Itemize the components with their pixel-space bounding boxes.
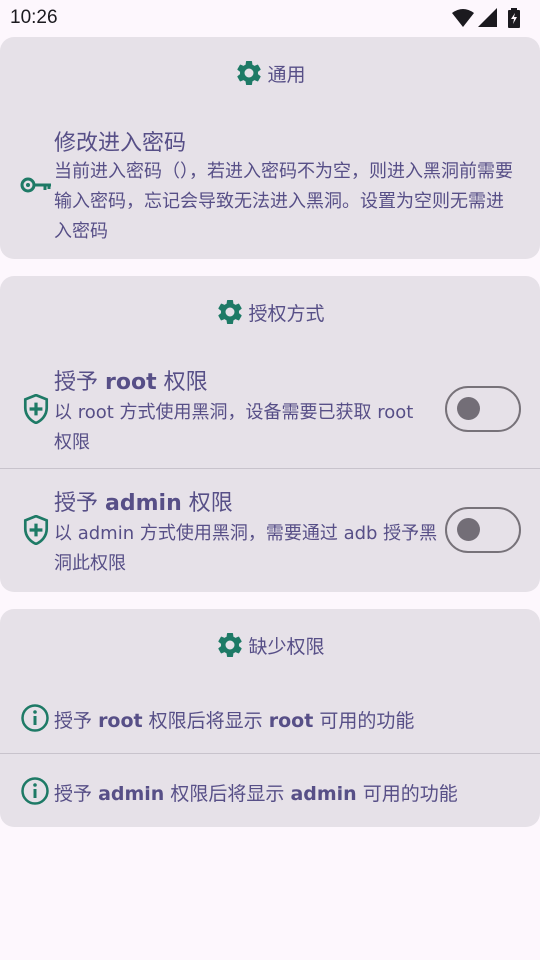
grant-root-title-prefix: 授予 (54, 370, 99, 395)
gear-icon (237, 60, 262, 85)
shield-plus-icon (23, 515, 49, 545)
missing-admin-text: 授予 admin 权限后将显示 admin 可用的功能 (54, 779, 458, 806)
change-password-item[interactable]: 修改进入密码 当前进入密码（），若进入密码不为空，则进入黑洞前需要输入密码，忘记… (0, 117, 540, 259)
grant-root-title: 授予 root 权限 (54, 364, 208, 396)
missing-admin-keyword: admin (98, 783, 165, 805)
info-icon (21, 704, 49, 732)
grant-admin-toggle-knob (457, 518, 480, 541)
battery-charging-icon (508, 8, 520, 28)
shield-plus-icon (23, 394, 49, 424)
grant-root-toggle[interactable] (445, 386, 521, 432)
grant-admin-title-keyword: admin (105, 491, 182, 516)
grant-admin-desc: 以 admin 方式使用黑洞，需要通过 adb 授予黑洞此权限 (54, 523, 438, 574)
auth-header: 授权方式 (0, 292, 540, 332)
grant-admin-title-prefix: 授予 (54, 491, 99, 516)
missing-card: 缺少权限 授予 root 权限后将显示 root 可用的功能 授予 admin … (0, 609, 540, 827)
missing-root-text: 授予 root 权限后将显示 root 可用的功能 (54, 706, 414, 733)
grant-root-title-keyword: root (105, 370, 157, 395)
missing-header: 缺少权限 (0, 625, 540, 665)
gear-icon (218, 632, 243, 657)
gear-icon (218, 299, 243, 324)
grant-admin-title-suffix: 权限 (188, 491, 233, 516)
info-icon (21, 777, 49, 805)
missing-root-prefix: 授予 (54, 710, 93, 732)
missing-root-keyword2: root (268, 710, 314, 732)
missing-title: 缺少权限 (248, 635, 325, 658)
missing-root-keyword: root (98, 710, 143, 732)
missing-admin-item: 授予 admin 权限后将显示 admin 可用的功能 (0, 754, 540, 827)
grant-admin-title: 授予 admin 权限 (54, 485, 233, 517)
status-bar: 10:26 (0, 0, 540, 36)
grant-admin-toggle[interactable] (445, 507, 521, 553)
missing-root-item: 授予 root 权限后将显示 root 可用的功能 (0, 689, 540, 752)
grant-root-toggle-knob (457, 397, 480, 420)
missing-admin-middle: 权限后将显示 (170, 783, 285, 805)
missing-root-suffix: 可用的功能 (319, 710, 415, 732)
change-password-desc: 当前进入密码（），若进入密码不为空，则进入黑洞前需要输入密码，忘记会导致无法进入… (54, 161, 513, 242)
key-icon (20, 177, 51, 193)
general-header: 通用 (0, 53, 540, 93)
status-time: 10:26 (10, 7, 58, 28)
missing-admin-prefix: 授予 (54, 783, 93, 805)
grant-root-item[interactable]: 授予 root 权限 以 root 方式使用黑洞，设备需要已获取 root 权限 (0, 356, 540, 468)
auth-title: 授权方式 (248, 302, 325, 325)
grant-root-title-suffix: 权限 (163, 370, 208, 395)
missing-root-middle: 权限后将显示 (148, 710, 263, 732)
grant-root-desc: 以 root 方式使用黑洞，设备需要已获取 root 权限 (54, 402, 414, 453)
auth-card: 授权方式 授予 root 权限 以 root 方式使用黑洞，设备需要已获取 ro… (0, 276, 540, 592)
signal-icon (478, 8, 497, 27)
general-title: 通用 (267, 63, 306, 86)
missing-admin-suffix: 可用的功能 (362, 783, 458, 805)
missing-admin-keyword2: admin (290, 783, 357, 805)
grant-admin-item[interactable]: 授予 admin 权限 以 admin 方式使用黑洞，需要通过 adb 授予黑洞… (0, 469, 540, 592)
wifi-icon (452, 9, 474, 27)
general-card: 通用 修改进入密码 当前进入密码（），若进入密码不为空，则进入黑洞前需要输入密码… (0, 37, 540, 259)
change-password-title: 修改进入密码 (54, 131, 187, 156)
